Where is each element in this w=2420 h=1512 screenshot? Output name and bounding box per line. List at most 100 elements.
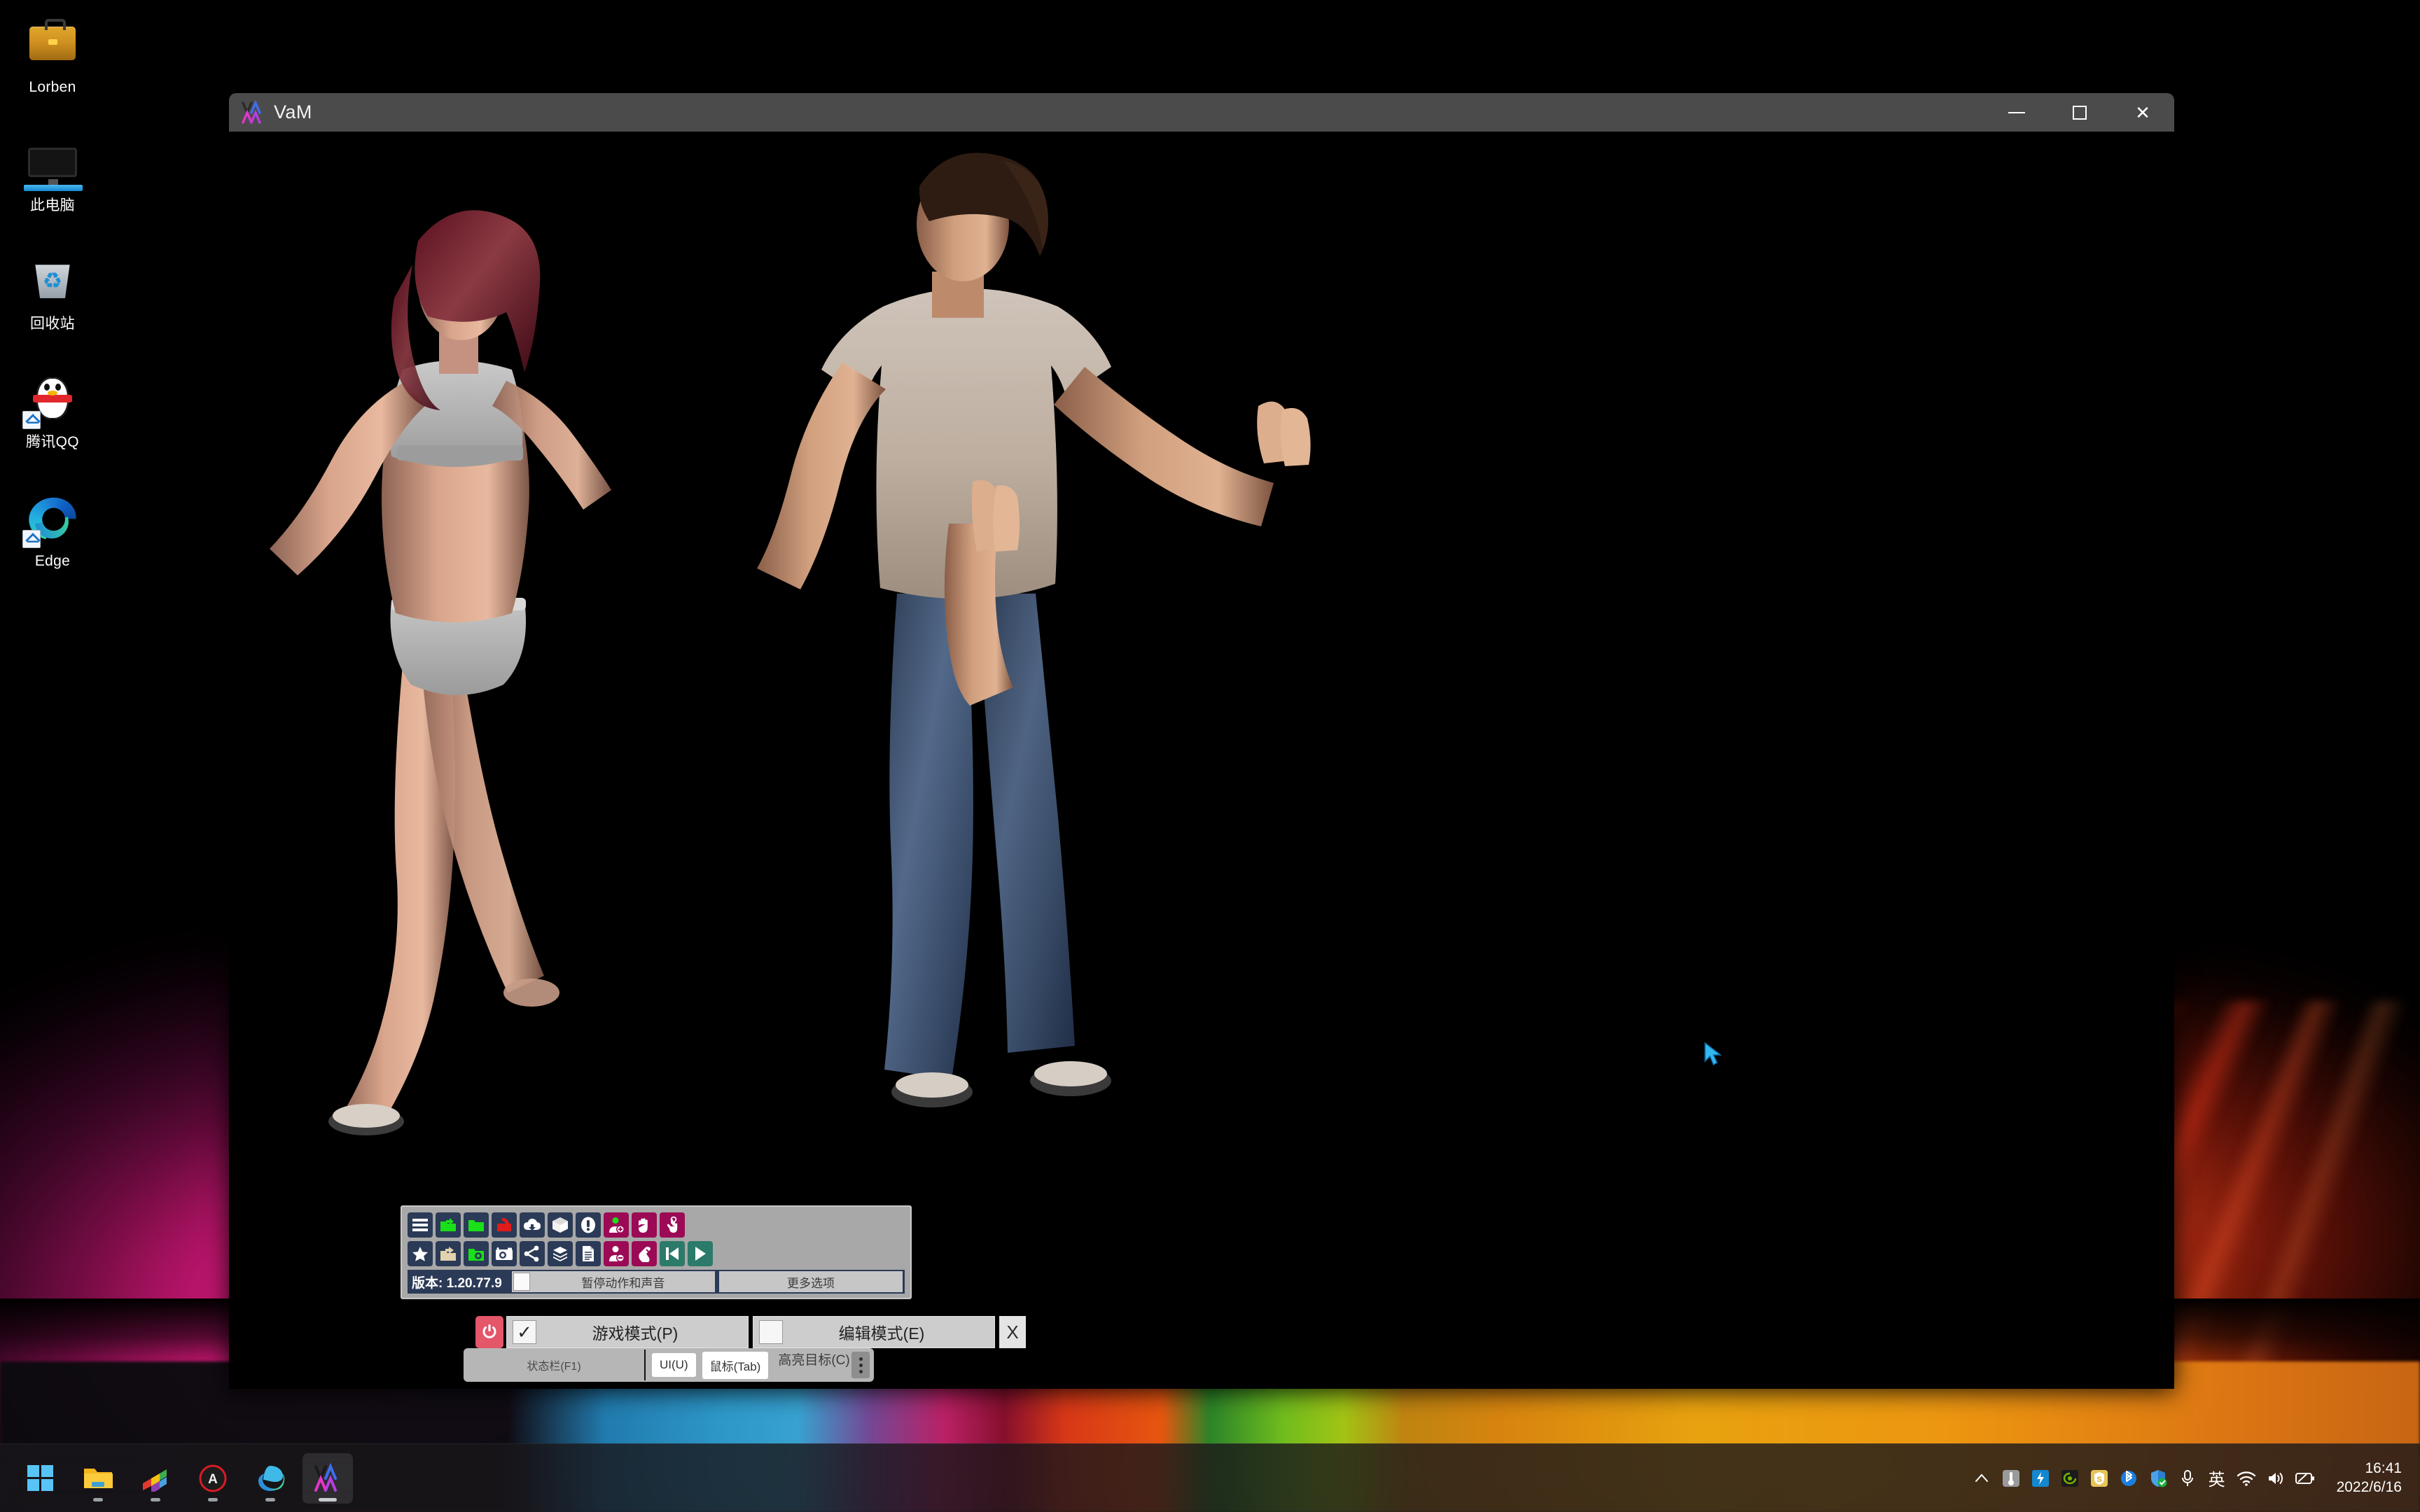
package-box-icon[interactable] — [548, 1212, 573, 1238]
character-female[interactable] — [229, 160, 719, 1196]
wifi-icon[interactable] — [2232, 1457, 2261, 1499]
microphone-icon[interactable] — [2173, 1457, 2202, 1499]
shield-s-icon[interactable]: S — [2085, 1457, 2114, 1499]
folder-icon[interactable] — [464, 1212, 489, 1238]
status-divider — [644, 1350, 646, 1380]
desktop-icon-label: 此电脑 — [30, 197, 75, 214]
svg-text:S: S — [2096, 1476, 2101, 1484]
folder-settings-icon[interactable] — [464, 1241, 489, 1266]
desktop-icon-this-pc[interactable]: 此电脑 — [0, 128, 105, 217]
vam-status-bar[interactable]: 状态栏(F1) UI(U) 鼠标(Tab) 高亮目标(C) — [464, 1348, 874, 1382]
power-button[interactable] — [475, 1316, 503, 1348]
nvidia-icon[interactable] — [2055, 1457, 2085, 1499]
character-male[interactable] — [722, 132, 1352, 1196]
taskbar-edge[interactable] — [245, 1453, 295, 1504]
desktop-icon-label: 回收站 — [30, 316, 75, 332]
desktop-icon-label: Lorben — [29, 79, 76, 95]
panel-close-button[interactable]: X — [999, 1316, 1026, 1348]
edit-mode-button[interactable]: 编辑模式(E) — [753, 1316, 995, 1348]
svg-text:A: A — [208, 1472, 218, 1487]
bluetooth-icon[interactable] — [2114, 1457, 2143, 1499]
store-icon — [143, 1469, 167, 1492]
maximize-icon — [2073, 105, 2087, 120]
minimize-button[interactable] — [1985, 93, 2048, 132]
temperature-monitor-icon[interactable] — [1996, 1457, 2026, 1499]
skip-back-icon[interactable] — [660, 1241, 685, 1266]
edge-icon — [258, 1465, 285, 1491]
star-icon[interactable] — [408, 1241, 433, 1266]
window-titlebar[interactable]: VaM ✕ — [229, 93, 2174, 132]
close-button[interactable]: ✕ — [2111, 93, 2174, 132]
remove-person-icon[interactable] — [604, 1241, 629, 1266]
taskbar-vam[interactable] — [302, 1452, 353, 1504]
highlight-target-label: 高亮目标(C) — [778, 1353, 850, 1368]
vam-toolbar-row-1 — [408, 1212, 905, 1238]
desktop-icon-edge[interactable]: Edge — [0, 484, 105, 573]
shortcut-arrow-icon — [22, 529, 41, 548]
edit-mode-checkbox[interactable] — [759, 1320, 783, 1344]
vam-3d-viewport[interactable]: 版本: 1.20.77.9 暂停动作和声音 更多选项 ✓ 游戏模式(P) 编辑模… — [229, 132, 2174, 1389]
hamburger-menu-icon[interactable] — [408, 1212, 433, 1238]
ime-icon[interactable]: 英 — [2202, 1457, 2232, 1499]
clock-date: 2022/6/16 — [2336, 1478, 2402, 1495]
start-button[interactable] — [15, 1453, 66, 1504]
taskbar-app-list: A — [15, 1452, 353, 1504]
windows-taskbar[interactable]: A S 英 16:41 2022/6/16 — [0, 1443, 2420, 1512]
desktop-icon-list: Lorben 此电脑 回收站 腾讯QQ Edge — [0, 10, 105, 602]
red-a-icon: A — [199, 1464, 227, 1492]
pause-motion-sound-button[interactable]: 暂停动作和声音 — [511, 1271, 715, 1292]
taskbar-microsoft-store[interactable] — [130, 1453, 181, 1504]
pointing-hand-icon[interactable] — [660, 1212, 685, 1238]
active-indicator — [319, 1497, 337, 1502]
edit-mode-label: 编辑模式(E) — [838, 1324, 925, 1343]
open-package-icon[interactable] — [548, 1241, 573, 1266]
play-icon[interactable] — [688, 1241, 713, 1266]
desktop-icon-label: 腾讯QQ — [26, 434, 79, 451]
defender-shield-icon[interactable] — [2143, 1457, 2173, 1499]
cloud-download-icon[interactable] — [520, 1212, 545, 1238]
clock-time: 16:41 — [2365, 1460, 2402, 1476]
speaker-icon[interactable] — [2261, 1457, 2290, 1499]
running-indicator — [151, 1497, 160, 1502]
blue-tile-icon[interactable] — [2026, 1457, 2055, 1499]
system-tray: S 英 16:41 2022/6/16 — [1967, 1457, 2420, 1500]
mouse-toggle-button[interactable]: 鼠标(Tab) — [702, 1351, 769, 1379]
save-scene-icon[interactable] — [492, 1212, 517, 1238]
open-hand-icon[interactable] — [632, 1212, 657, 1238]
ui-toggle-button[interactable]: UI(U) — [652, 1353, 696, 1377]
vam-version-row: 版本: 1.20.77.9 暂停动作和声音 更多选项 — [408, 1270, 905, 1294]
document-icon[interactable] — [576, 1241, 601, 1266]
this-pc-icon — [24, 135, 83, 192]
vam-mode-row: ✓ 游戏模式(P) 编辑模式(E) X — [475, 1316, 1026, 1348]
maximize-button[interactable] — [2048, 93, 2111, 132]
running-indicator — [208, 1497, 218, 1502]
vam-control-panel[interactable]: 版本: 1.20.77.9 暂停动作和声音 更多选项 — [401, 1205, 912, 1299]
desktop-icon-recycle-bin[interactable]: 回收站 — [0, 246, 105, 335]
open-scene-icon[interactable] — [436, 1212, 461, 1238]
hand-tool-icon[interactable] — [632, 1241, 657, 1266]
vam-application-window[interactable]: VaM ✕ 版本: 1.20.77.9 暂停动作和声音 更多选项 ✓ 游戏模式(… — [229, 93, 2174, 1389]
add-person-icon[interactable] — [604, 1212, 629, 1238]
load-preset-icon[interactable] — [436, 1241, 461, 1266]
pause-checkbox[interactable] — [513, 1273, 530, 1291]
show-hidden-icons-button[interactable] — [1967, 1457, 1996, 1499]
briefcase-icon — [25, 17, 81, 73]
warning-icon[interactable] — [576, 1212, 601, 1238]
taskbar-clock[interactable]: 16:41 2022/6/16 — [2331, 1457, 2407, 1500]
desktop-icon-lorben[interactable]: Lorben — [0, 10, 105, 99]
desktop-icon-label: Edge — [34, 552, 71, 569]
more-vertical-icon[interactable] — [851, 1352, 870, 1378]
camera-icon[interactable] — [492, 1241, 517, 1266]
atom-node-icon[interactable] — [520, 1241, 545, 1266]
more-options-button[interactable]: 更多选项 — [718, 1271, 903, 1292]
battery-icon[interactable] — [2290, 1457, 2320, 1499]
taskbar-red-a-app[interactable]: A — [188, 1453, 238, 1504]
desktop-icon-tencent-qq[interactable]: 腾讯QQ — [0, 365, 105, 454]
game-mode-button[interactable]: ✓ 游戏模式(P) — [506, 1316, 749, 1348]
taskbar-file-explorer[interactable] — [73, 1453, 123, 1504]
pause-label: 暂停动作和声音 — [581, 1276, 665, 1290]
tencent-qq-icon — [22, 372, 81, 430]
running-indicator — [265, 1497, 275, 1502]
vam-logo-icon — [314, 1462, 337, 1492]
game-mode-checkbox[interactable]: ✓ — [513, 1320, 536, 1344]
